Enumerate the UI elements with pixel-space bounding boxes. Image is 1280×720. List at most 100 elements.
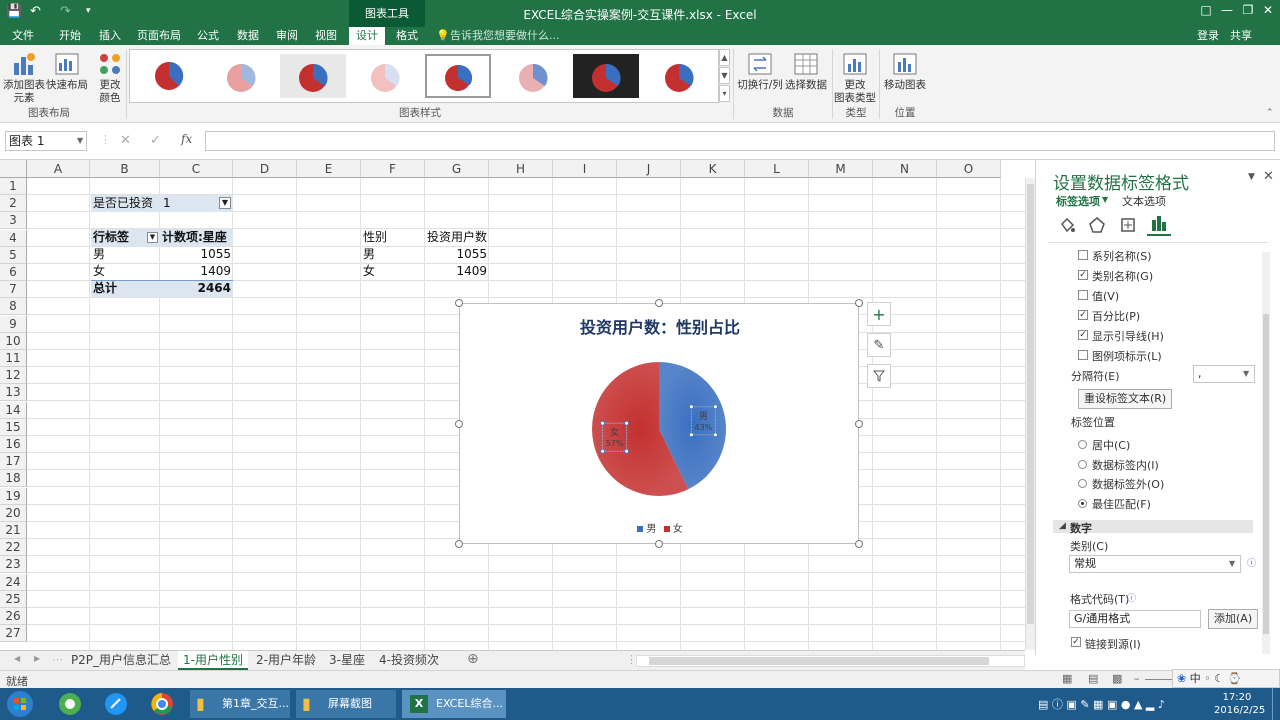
switch-row-column-button[interactable]: 切换行/列 xyxy=(737,49,783,92)
start-button-icon[interactable] xyxy=(4,689,36,719)
zoom-out-icon[interactable]: – xyxy=(1134,672,1140,685)
row-header[interactable]: 22 xyxy=(0,539,27,557)
data-label-handle[interactable] xyxy=(712,432,718,438)
row-header[interactable]: 9 xyxy=(0,315,27,333)
restore-icon[interactable]: ❐ xyxy=(1238,3,1258,17)
next-sheet-icon[interactable]: ▶ xyxy=(34,654,40,663)
row-header[interactable]: 15 xyxy=(0,418,27,436)
resize-handle[interactable] xyxy=(455,420,463,428)
label-option-checkbox[interactable] xyxy=(1078,290,1088,300)
column-header[interactable]: J xyxy=(617,160,681,178)
row-header[interactable]: 12 xyxy=(0,367,27,385)
tab-page-layout[interactable]: 页面布局 xyxy=(133,27,185,45)
gallery-expand[interactable]: ▾ xyxy=(719,85,730,102)
data-label-handle[interactable] xyxy=(600,448,606,454)
column-header[interactable]: E xyxy=(297,160,361,178)
undo-icon[interactable]: ↶ xyxy=(30,4,41,19)
chart-filter-icon[interactable] xyxy=(867,364,891,388)
tab-label-options[interactable]: 标签选项 xyxy=(1056,193,1100,209)
tab-data[interactable]: 数据 xyxy=(230,27,266,45)
resize-handle[interactable] xyxy=(855,540,863,548)
save-icon[interactable]: 💾 xyxy=(6,4,22,19)
tab-text-options[interactable]: 文本选项 xyxy=(1122,193,1166,209)
column-header[interactable]: F xyxy=(361,160,425,178)
row-header[interactable]: 4 xyxy=(0,229,27,247)
data-label-handle[interactable] xyxy=(688,432,694,438)
column-header[interactable]: M xyxy=(809,160,873,178)
row-header[interactable]: 17 xyxy=(0,453,27,471)
normal-view-icon[interactable]: ▦ xyxy=(1062,672,1072,685)
sheet-tab-frequency[interactable]: 4-投资频次 xyxy=(374,651,444,670)
chrome-icon[interactable] xyxy=(148,690,176,718)
tab-view[interactable]: 视图 xyxy=(308,27,344,45)
tab-file[interactable]: 文件 xyxy=(0,27,46,45)
taskbar-item-excel[interactable]: X EXCEL综合... xyxy=(402,690,506,718)
row-header[interactable]: 26 xyxy=(0,608,27,625)
quick-layout-button[interactable]: 快速布局 xyxy=(46,49,88,92)
row-header[interactable]: 5 xyxy=(0,246,27,264)
sheet-tab-gender[interactable]: 1-用户性别 xyxy=(178,651,248,670)
label-option-checkbox[interactable] xyxy=(1078,250,1088,260)
taskbar-item-folder-1[interactable]: ▮ 第1章_交互... xyxy=(190,690,290,718)
tab-format[interactable]: 格式 xyxy=(389,27,425,45)
horizontal-scrollbar[interactable] xyxy=(636,655,1025,667)
app-icon-blue[interactable] xyxy=(102,690,130,718)
select-data-button[interactable]: 选择数据 xyxy=(784,49,828,92)
vertical-scrollbar[interactable] xyxy=(1025,178,1035,650)
column-header[interactable]: D xyxy=(233,160,297,178)
select-all-corner[interactable] xyxy=(0,160,27,178)
row-header[interactable]: 23 xyxy=(0,556,27,574)
tab-design[interactable]: 设计 xyxy=(349,27,385,45)
share-button[interactable]: 共享 xyxy=(1230,27,1252,45)
minimize-icon[interactable]: — xyxy=(1217,3,1237,17)
category-dropdown-icon[interactable]: ▼ xyxy=(1229,559,1235,568)
name-box-dropdown-icon[interactable]: ▼ xyxy=(77,136,83,145)
app-icon-green[interactable] xyxy=(56,690,84,718)
tab-review[interactable]: 审阅 xyxy=(269,27,305,45)
chart-style-1[interactable] xyxy=(134,54,200,98)
more-sheets-icon[interactable]: ⋯ xyxy=(52,653,63,666)
row-header[interactable]: 3 xyxy=(0,212,27,230)
label-options-bar-icon[interactable] xyxy=(1147,212,1171,236)
close-icon[interactable]: ✕ xyxy=(1258,3,1278,17)
row-header[interactable]: 25 xyxy=(0,590,27,608)
chart-style-7[interactable] xyxy=(573,54,639,98)
pane-scrollbar[interactable] xyxy=(1262,252,1270,654)
size-properties-icon[interactable] xyxy=(1117,214,1139,236)
label-option-checkbox[interactable]: ✓ xyxy=(1078,310,1088,320)
row-header[interactable]: 7 xyxy=(0,281,27,299)
formula-input[interactable] xyxy=(205,131,1275,151)
add-format-button[interactable]: 添加(A) xyxy=(1208,609,1259,629)
move-chart-button[interactable]: 移动图表 xyxy=(882,49,928,92)
data-label-handle[interactable] xyxy=(600,420,606,426)
row-header[interactable]: 1 xyxy=(0,178,27,195)
resize-handle[interactable] xyxy=(855,420,863,428)
change-colors-button[interactable]: 更改 颜色 xyxy=(92,49,128,105)
row-label-dropdown-icon[interactable]: ▼ xyxy=(147,232,158,243)
format-code-input[interactable]: G/通用格式 xyxy=(1069,610,1201,628)
column-header[interactable]: G xyxy=(425,160,489,178)
label-position-radio[interactable] xyxy=(1078,479,1087,488)
row-header[interactable]: 2 xyxy=(0,195,27,213)
row-header[interactable]: 16 xyxy=(0,436,27,453)
row-header[interactable]: 18 xyxy=(0,470,27,488)
separator-dropdown-icon[interactable]: ▼ xyxy=(1243,369,1249,378)
collapse-ribbon-icon[interactable]: ⌃ xyxy=(1266,108,1274,118)
label-options-dropdown-icon[interactable]: ▼ xyxy=(1102,195,1108,204)
column-header[interactable]: I xyxy=(553,160,617,178)
row-header[interactable]: 20 xyxy=(0,504,27,522)
ribbon-options-icon[interactable]: □ xyxy=(1196,3,1216,17)
data-label-handle[interactable] xyxy=(688,404,694,410)
tab-formulas[interactable]: 公式 xyxy=(190,27,226,45)
row-header[interactable]: 10 xyxy=(0,332,27,350)
effects-icon[interactable] xyxy=(1086,214,1108,236)
tab-home[interactable]: 开始 xyxy=(52,27,88,45)
resize-handle[interactable] xyxy=(455,299,463,307)
column-header[interactable]: O xyxy=(937,160,1001,178)
scroll-thumb[interactable] xyxy=(1027,184,1034,624)
change-chart-type-button[interactable]: 更改 图表类型 xyxy=(834,49,876,105)
redo-icon[interactable]: ↷ xyxy=(60,4,71,19)
resize-handle[interactable] xyxy=(655,299,663,307)
column-header[interactable]: C xyxy=(160,160,233,178)
row-header[interactable]: 24 xyxy=(0,573,27,591)
